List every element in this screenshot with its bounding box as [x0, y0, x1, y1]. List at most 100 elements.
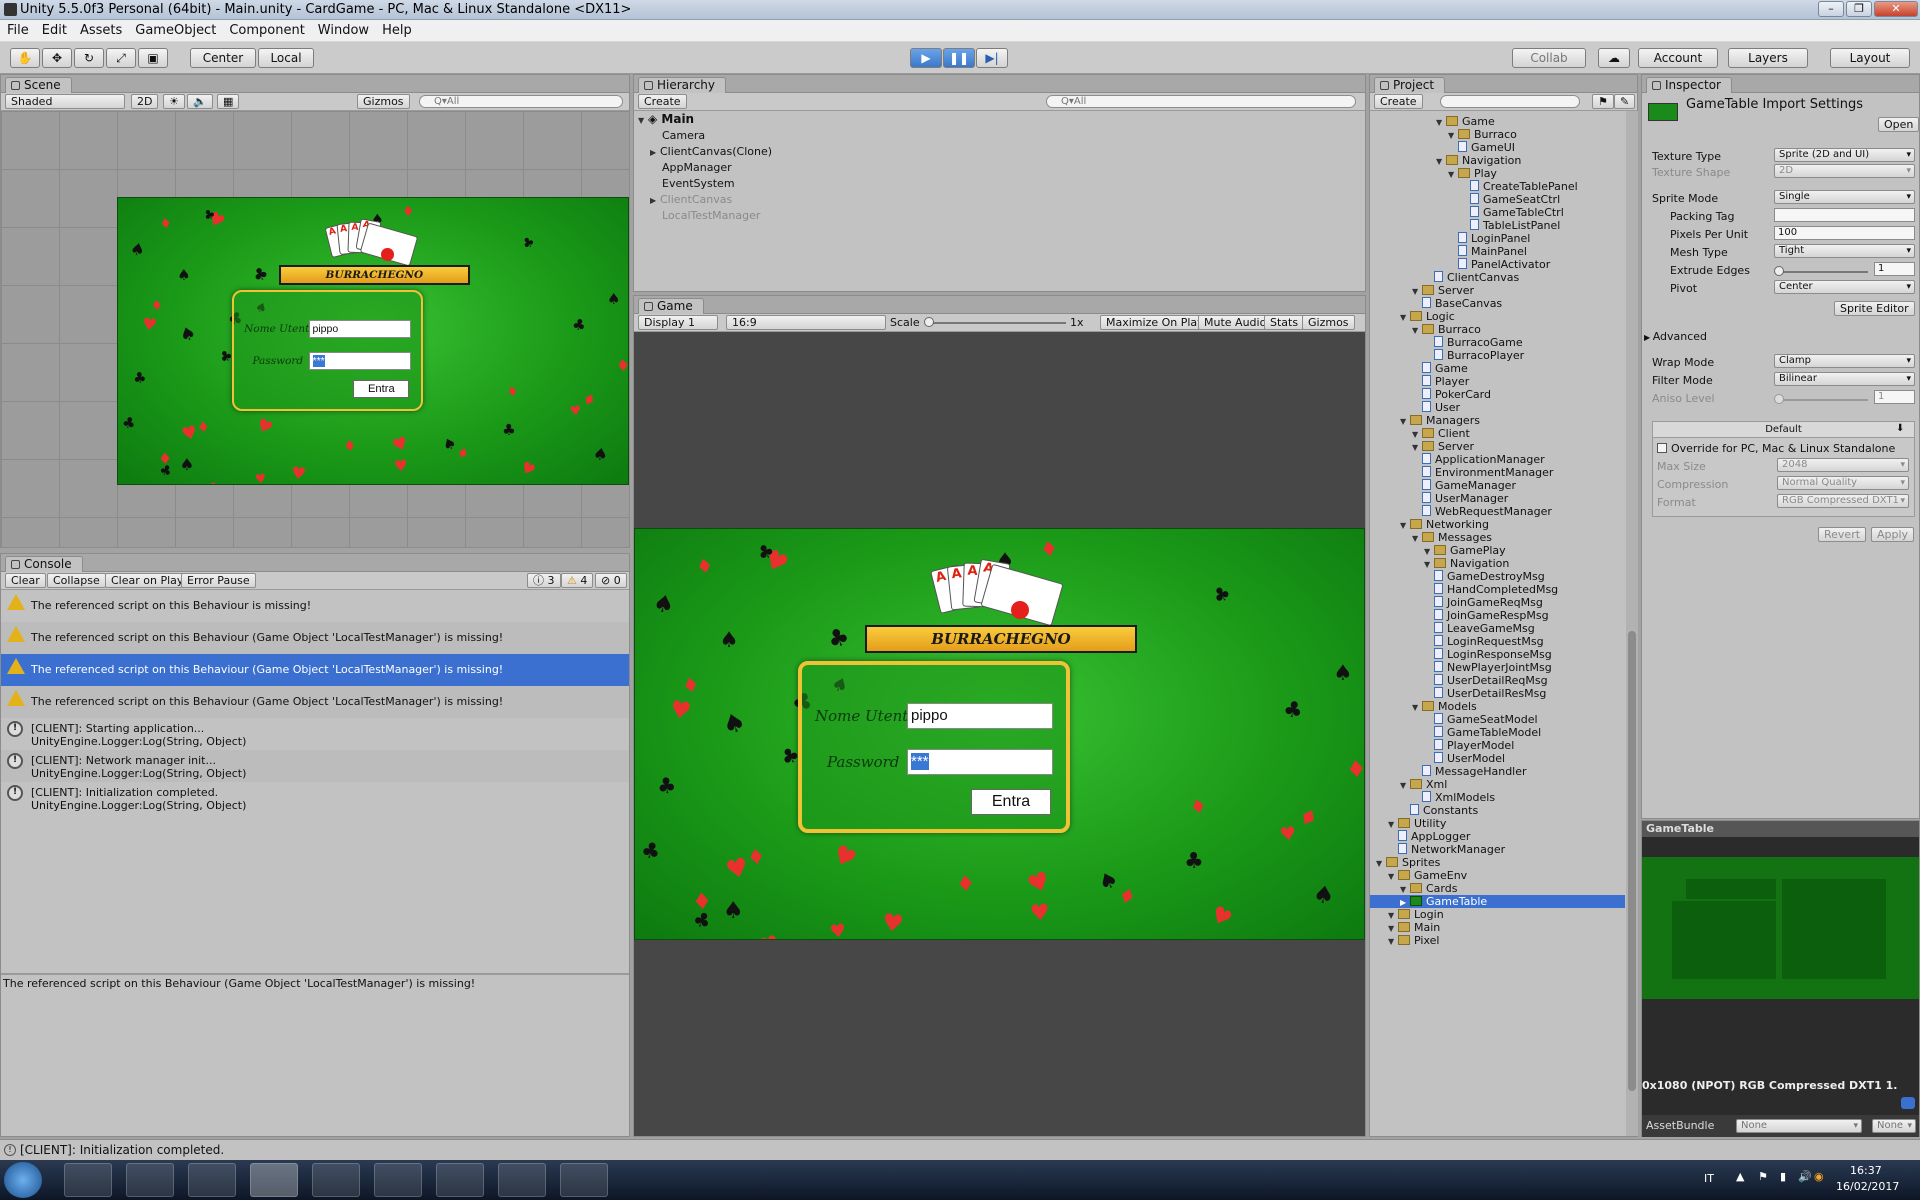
expand-arrow-icon[interactable]: ▼	[1400, 311, 1410, 324]
menu-edit[interactable]: Edit	[35, 20, 73, 38]
project-tree-item[interactable]: WebRequestManager	[1412, 505, 1552, 518]
hierarchy-item[interactable]: LocalTestManager	[662, 209, 760, 222]
expand-arrow-icon[interactable]: ▼	[1400, 415, 1410, 428]
expand-arrow-icon[interactable]: ▼	[1412, 532, 1422, 545]
tag-icon[interactable]	[1901, 1097, 1915, 1109]
mesh-type-dropdown[interactable]: Tight	[1774, 244, 1915, 258]
expand-arrow-icon[interactable]: ▼	[1436, 116, 1446, 129]
hierarchy-item[interactable]: ▶ ClientCanvas(Clone)	[650, 145, 772, 158]
project-tree-item[interactable]: LoginResponseMsg	[1424, 648, 1552, 661]
console-entry[interactable]: The referenced script on this Behaviour …	[1, 622, 629, 654]
revert-button[interactable]: Revert	[1818, 527, 1867, 542]
menu-file[interactable]: File	[0, 20, 35, 38]
console-entry[interactable]: The referenced script on this Behaviour …	[1, 654, 629, 686]
filter-mode-dropdown[interactable]: Bilinear	[1774, 372, 1915, 386]
sprite-mode-dropdown[interactable]: Single	[1774, 190, 1915, 204]
project-tree-item[interactable]: ▼ Networking	[1400, 518, 1489, 531]
texture-type-dropdown[interactable]: Sprite (2D and UI)	[1774, 148, 1915, 162]
error-pause-toggle[interactable]: Error Pause	[181, 573, 256, 588]
assetbundle-variant-dropdown[interactable]: None	[1872, 1119, 1916, 1133]
project-tree-item[interactable]: ▼ GamePlay	[1424, 544, 1506, 557]
scene-search-input[interactable]: Q▾All	[419, 95, 623, 108]
project-tree-item[interactable]: ▼ Utility	[1388, 817, 1446, 830]
filter-label-icon[interactable]: ✎	[1614, 94, 1636, 109]
thunderbird-icon[interactable]	[188, 1163, 236, 1197]
expand-arrow-icon[interactable]: ▼	[1412, 324, 1422, 337]
project-tree-item[interactable]: ▼ Burraco	[1412, 323, 1481, 336]
rect-tool-icon[interactable]: ▣	[138, 48, 168, 68]
project-tree-item[interactable]: UserDetailResMsg	[1424, 687, 1546, 700]
mute-audio-toggle[interactable]: Mute Audio	[1198, 315, 1273, 330]
expand-arrow-icon[interactable]: ▶	[650, 146, 660, 159]
project-tree-item[interactable]: GameDestroyMsg	[1424, 570, 1545, 583]
clear-on-play-toggle[interactable]: Clear on Play	[105, 573, 190, 588]
layout-dropdown[interactable]: Layout	[1830, 48, 1910, 68]
ie-icon[interactable]	[498, 1163, 546, 1197]
advanced-foldout[interactable]: ▶ Advanced	[1644, 330, 1707, 343]
chrome-icon[interactable]	[126, 1163, 174, 1197]
project-tree-item[interactable]: MessageHandler	[1412, 765, 1527, 778]
console-clear-button[interactable]: Clear	[5, 573, 46, 588]
project-tree-item[interactable]: CreateTablePanel	[1460, 180, 1578, 193]
project-tree-item[interactable]: ▼ Burraco	[1448, 128, 1517, 141]
project-tree-item[interactable]: MainPanel	[1448, 245, 1527, 258]
console-entry[interactable]: ! [CLIENT]: Starting application... UnityE…	[1, 718, 629, 750]
extrude-slider-handle[interactable]	[1774, 266, 1784, 276]
cloud-icon[interactable]: ☁	[1598, 48, 1630, 68]
sprite-editor-button[interactable]: Sprite Editor	[1834, 301, 1915, 316]
start-button[interactable]	[4, 1162, 42, 1198]
project-tree-item[interactable]: Player	[1412, 375, 1469, 388]
minimize-button[interactable]: –	[1818, 1, 1844, 17]
skype-icon[interactable]	[374, 1163, 422, 1197]
tab-console[interactable]: Console	[5, 556, 83, 572]
collapse-toggle[interactable]: Collapse	[47, 573, 106, 588]
project-tree-item[interactable]: TableListPanel	[1460, 219, 1560, 232]
project-tree-item[interactable]: PlayerModel	[1424, 739, 1514, 752]
project-tree-item[interactable]: ▼ Xml	[1400, 778, 1447, 791]
calculator-icon[interactable]	[64, 1163, 112, 1197]
aspect-dropdown[interactable]: 16:9	[726, 315, 886, 330]
menu-help[interactable]: Help	[375, 20, 418, 38]
project-tree-item[interactable]: JoinGameReqMsg	[1424, 596, 1543, 609]
project-tree-item[interactable]: ▼ Sprites	[1376, 856, 1440, 869]
game-gizmos-dropdown[interactable]: Gizmos	[1302, 315, 1355, 330]
expand-arrow-icon[interactable]: ▼	[1400, 519, 1410, 532]
project-scrollbar[interactable]	[1626, 111, 1638, 1136]
project-tree-item[interactable]: HandCompletedMsg	[1424, 583, 1558, 596]
project-tree-item[interactable]: UserModel	[1424, 752, 1505, 765]
status-text[interactable]: [CLIENT]: Initialization completed.	[20, 1143, 224, 1157]
password-input[interactable]: ***	[308, 352, 411, 371]
effects-icon[interactable]: ▦	[217, 94, 240, 109]
play-button[interactable]: ▶	[910, 48, 942, 68]
close-button[interactable]: ✕	[1874, 1, 1918, 17]
pivot-dropdown[interactable]: Center	[1774, 280, 1915, 294]
clock-time[interactable]: 16:37	[1850, 1164, 1882, 1177]
expand-arrow-icon[interactable]: ▼	[1376, 857, 1386, 870]
account-dropdown[interactable]: Account	[1638, 48, 1718, 68]
scale-tool-icon[interactable]: ⤢	[106, 48, 136, 68]
project-tree-item[interactable]: Constants	[1400, 804, 1478, 817]
notepad-icon[interactable]	[436, 1163, 484, 1197]
project-create-dropdown[interactable]: Create	[1374, 94, 1423, 109]
override-checkbox[interactable]	[1657, 443, 1667, 453]
hierarchy-item[interactable]: Camera	[662, 129, 705, 142]
tray-app-icon[interactable]: ◉	[1814, 1170, 1824, 1183]
hierarchy-item[interactable]: EventSystem	[662, 177, 735, 190]
expand-arrow-icon[interactable]: ▼	[1436, 155, 1446, 168]
pivot-center-toggle[interactable]: Center	[190, 48, 256, 68]
project-tree-item[interactable]: LeaveGameMsg	[1424, 622, 1535, 635]
pixels-per-unit-input[interactable]: 100	[1774, 226, 1915, 240]
project-tree-item[interactable]: PokerCard	[1412, 388, 1491, 401]
gizmos-dropdown[interactable]: Gizmos	[357, 94, 410, 109]
pivot-local-toggle[interactable]: Local	[258, 48, 314, 68]
project-tree-item[interactable]: ▼ Models	[1412, 700, 1477, 713]
expand-arrow-icon[interactable]: ▶	[650, 194, 660, 207]
project-tree-item[interactable]: BurracoGame	[1424, 336, 1523, 349]
maximize-on-play-toggle[interactable]: Maximize On Play	[1100, 315, 1210, 330]
unity-taskbar-icon[interactable]	[250, 1163, 298, 1197]
project-tree-item[interactable]: ▼ GameEnv	[1388, 869, 1467, 882]
project-tree-item[interactable]: BurracoPlayer	[1424, 349, 1524, 362]
project-tree-item[interactable]: ▼ Navigation	[1424, 557, 1509, 570]
tray-arrow-icon[interactable]: ▲	[1736, 1170, 1744, 1183]
scene-view[interactable]: ♠♦♥♠♥♦♣♦♥♠♦♣♥♠♦♣♥♦♥♠♦♣♥♠♦♣♣♥♠♦♣♥♠♦♣♥♠♦♣♥…	[1, 111, 629, 547]
